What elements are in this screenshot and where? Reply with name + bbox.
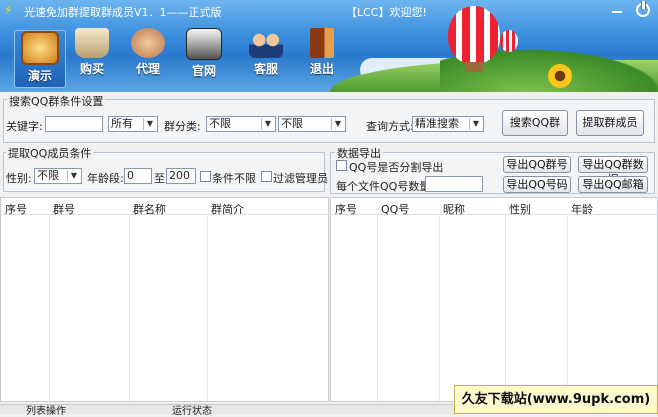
list-operations-label: 列表操作 [26, 406, 66, 417]
member-col-nickname[interactable]: 昵称 [443, 201, 465, 217]
category-label: 群分类: [164, 120, 201, 133]
export-qq-numbers-button[interactable]: 导出QQ号码 [503, 176, 571, 193]
toolbar-exit-button[interactable]: 退出 [296, 28, 348, 77]
member-list-table[interactable]: 序号 QQ号 昵称 性别 年龄 [330, 197, 658, 402]
gender-label: 性别: [6, 172, 32, 185]
member-col-qq[interactable]: QQ号 [381, 201, 409, 217]
member-col-gender[interactable]: 性别 [509, 201, 531, 217]
scope-select-value: 所有 [111, 117, 133, 130]
tv-icon [21, 31, 59, 65]
filter-admin-checkbox[interactable] [261, 171, 272, 182]
group-col-name[interactable]: 群名称 [133, 201, 166, 217]
scope-select[interactable]: 所有 ▼ [108, 116, 158, 132]
category2-select[interactable]: 不限 ▼ [278, 116, 346, 132]
toolbar-agent-label: 代理 [135, 62, 160, 76]
basket-icon [75, 28, 109, 58]
chevron-down-icon: ▼ [67, 170, 80, 182]
age-to-input[interactable]: 200 [166, 168, 196, 184]
group-table-header: 序号 群号 群名称 群简介 [1, 198, 328, 217]
filter-admin-label: 过滤管理员 [273, 172, 328, 185]
gender-select[interactable]: 不限 ▼ [34, 168, 82, 184]
gender-select-value: 不限 [37, 169, 59, 182]
search-settings-title: 搜索QQ群条件设置 [7, 93, 106, 109]
toolbar-exit-label: 退出 [309, 62, 334, 76]
toolbar-demo-button[interactable]: 演示 [14, 30, 66, 88]
member-col-index[interactable]: 序号 [335, 201, 357, 217]
support-icon [249, 28, 283, 58]
column-divider [567, 215, 568, 401]
chevron-down-icon: ▼ [261, 118, 274, 130]
age-from-input[interactable]: 0 [124, 168, 152, 184]
column-divider [439, 215, 440, 401]
column-divider [129, 215, 130, 401]
query-mode-select[interactable]: 精准搜索 ▼ [412, 116, 484, 132]
chevron-down-icon: ▼ [469, 118, 482, 130]
export-qq-mail-button[interactable]: 导出QQ邮箱 [578, 176, 648, 193]
split-export-checkbox[interactable] [336, 160, 347, 171]
column-divider [505, 215, 506, 401]
watermark-badge: 久友下载站(www.9upk.com) [454, 385, 658, 414]
chevron-down-icon: ▼ [143, 118, 156, 130]
exit-door-icon [310, 28, 334, 58]
keyword-input[interactable] [45, 116, 103, 132]
column-divider [49, 215, 50, 401]
toolbar-demo-label: 演示 [27, 69, 52, 83]
member-table-header: 序号 QQ号 昵称 性别 年龄 [331, 198, 657, 217]
minimize-icon[interactable] [612, 11, 622, 13]
unlimited-label: 条件不限 [212, 172, 256, 185]
toolbar-agent-button[interactable]: 代理 [122, 28, 174, 77]
toolbar-support-label: 客服 [253, 62, 278, 76]
column-divider [377, 215, 378, 401]
member-conditions-title: 提取QQ成员条件 [6, 145, 94, 161]
group-col-intro[interactable]: 群简介 [211, 201, 244, 217]
category2-select-value: 不限 [281, 117, 303, 130]
export-group-data-button[interactable]: 导出QQ群数据 [578, 156, 648, 186]
group-col-index[interactable]: 序号 [5, 201, 27, 217]
chevron-down-icon: ▼ [331, 118, 344, 130]
category1-select[interactable]: 不限 ▼ [206, 116, 276, 132]
app-logo-icon: ⚡ [4, 3, 13, 17]
column-divider [207, 215, 208, 401]
title-bar: ⚡ 光速免加群提取群成员V1．1——正式版 【LCC】欢迎您! [0, 0, 658, 22]
website-icon [186, 28, 222, 60]
group-list-table[interactable]: 序号 群号 群名称 群简介 [0, 197, 329, 402]
unlimited-checkbox[interactable] [200, 171, 211, 182]
welcome-text: 【LCC】欢迎您! [346, 6, 427, 19]
handshake-icon [131, 28, 165, 58]
toolbar-buy-label: 购买 [79, 62, 104, 76]
toolbar-website-button[interactable]: 官网 [178, 28, 230, 79]
age-to-label: 至 [154, 172, 165, 185]
sunflower-icon [548, 64, 572, 88]
query-mode-select-value: 精准搜索 [415, 117, 459, 130]
toolbar-support-button[interactable]: 客服 [240, 28, 292, 77]
window-title: 光速免加群提取群成员V1．1——正式版 [24, 6, 222, 19]
member-col-age[interactable]: 年龄 [571, 201, 593, 217]
group-col-number[interactable]: 群号 [53, 201, 75, 217]
search-qq-group-button[interactable]: 搜索QQ群 [502, 110, 568, 136]
per-file-count-input[interactable] [425, 176, 483, 192]
toolbar-website-label: 官网 [191, 64, 216, 78]
balloon-basket-icon [465, 62, 483, 72]
small-balloon-icon [500, 30, 518, 52]
run-status-label: 运行状态 [172, 406, 212, 417]
age-range-label: 年龄段: [87, 172, 124, 185]
toolbar-buy-button[interactable]: 购买 [66, 28, 118, 77]
query-mode-label: 查询方式: [366, 120, 414, 133]
extract-members-button[interactable]: 提取群成员 [576, 110, 644, 136]
power-icon[interactable] [636, 1, 650, 17]
keyword-label: 关键字: [6, 120, 43, 133]
export-group-numbers-button[interactable]: 导出QQ群号 [503, 156, 571, 173]
category1-select-value: 不限 [209, 117, 231, 130]
per-file-count-label: 每个文件QQ号数量: [336, 180, 435, 193]
split-export-label: QQ号是否分割导出 [349, 161, 444, 174]
header-banner: ⚡ 光速免加群提取群成员V1．1——正式版 【LCC】欢迎您! 演示 购买 代理… [0, 0, 658, 92]
